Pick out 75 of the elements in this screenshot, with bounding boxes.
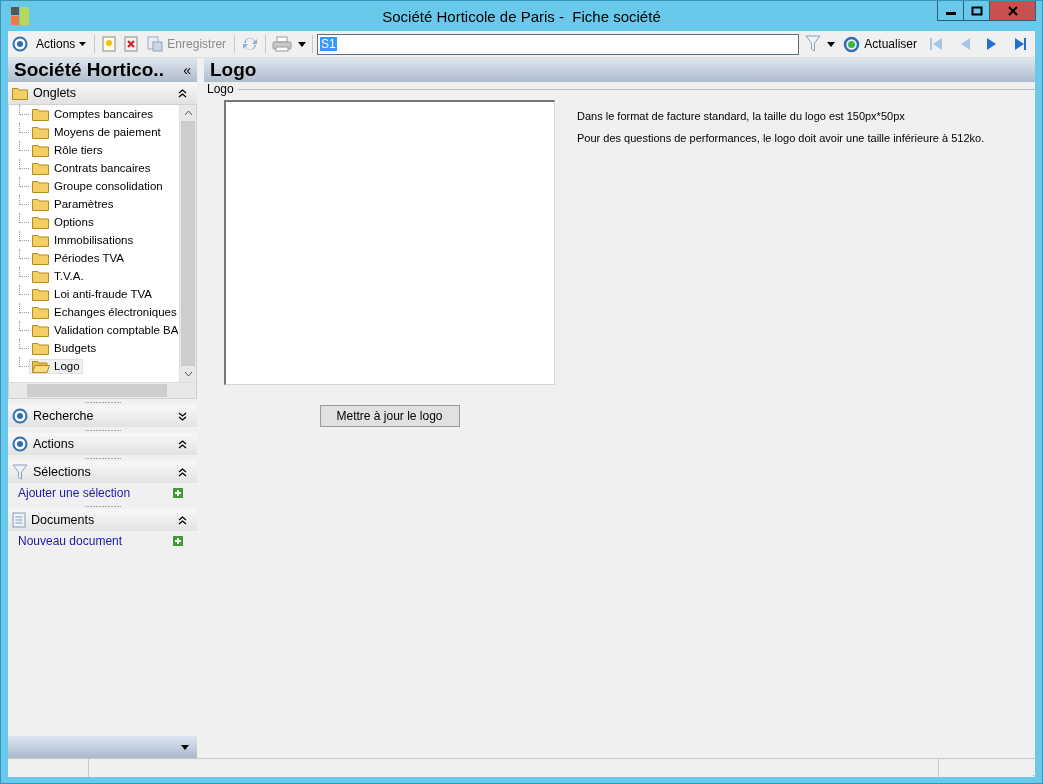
- close-button[interactable]: [989, 1, 1036, 21]
- section-title: Sélections: [33, 465, 91, 479]
- section-title: Actions: [33, 437, 74, 451]
- maximize-icon[interactable]: [970, 5, 983, 16]
- tree-item[interactable]: Périodes TVA: [29, 250, 127, 266]
- document-icon: [12, 512, 26, 528]
- tree-item[interactable]: Groupe consolidation: [29, 178, 166, 194]
- refresh-icon[interactable]: [843, 35, 861, 53]
- page-title: Logo: [210, 59, 257, 81]
- vertical-scrollbar[interactable]: [179, 105, 196, 382]
- horizontal-scrollbar[interactable]: [9, 382, 196, 398]
- folder-icon: [32, 341, 50, 355]
- info-text: Pour des questions de performances, le logo doit avoir une taille inférieure à 512ko.: [577, 132, 985, 144]
- tree-item[interactable]: Comptes bancaires: [29, 106, 157, 122]
- sidebar-link[interactable]: Nouveau document: [18, 534, 123, 548]
- folder-icon: [32, 179, 50, 193]
- chevron-icon[interactable]: [178, 88, 187, 98]
- chevron-icon[interactable]: [178, 467, 187, 477]
- group-label: Logo: [207, 82, 234, 96]
- tree-item[interactable]: Echanges électroniques: [29, 304, 179, 320]
- folder-icon: [32, 215, 50, 229]
- folder-icon: [32, 125, 50, 139]
- folder-icon: [32, 143, 50, 157]
- folder-icon: [32, 107, 50, 121]
- delete-icon[interactable]: [123, 36, 140, 52]
- sidebar-link[interactable]: Ajouter une sélection: [18, 486, 131, 500]
- tree-item[interactable]: Logo: [29, 358, 83, 374]
- caret-icon[interactable]: [298, 41, 307, 47]
- folder-icon: [32, 197, 50, 211]
- target-icon: [12, 408, 28, 424]
- folder-icon: [32, 269, 50, 283]
- folder-icon: [32, 323, 50, 337]
- add-icon[interactable]: [173, 488, 183, 498]
- tree-item[interactable]: Validation comptable BA: [29, 322, 179, 338]
- tree-item[interactable]: T.V.A.: [29, 268, 87, 284]
- filter-icon: [12, 464, 28, 480]
- folder-icon: [32, 251, 50, 265]
- caret-icon[interactable]: [181, 744, 189, 750]
- folder-icon: [32, 287, 50, 301]
- folder-icon: [32, 359, 50, 373]
- chevron-icon[interactable]: [178, 515, 187, 525]
- tree-item[interactable]: Loi anti-fraude TVA: [29, 286, 156, 302]
- section-title: Documents: [31, 513, 95, 527]
- section-title: Recherche: [33, 409, 94, 423]
- tree-item[interactable]: Budgets: [29, 340, 100, 356]
- info-text: Dans le format de facture standard, la taille du logo est 150px*50px: [577, 110, 906, 122]
- target-icon: [12, 436, 28, 452]
- tree-item[interactable]: Paramètres: [29, 196, 117, 212]
- caret-icon[interactable]: [79, 42, 87, 46]
- section-title: Onglets: [33, 86, 77, 100]
- add-icon[interactable]: [173, 536, 183, 546]
- tree-item[interactable]: Rôle tiers: [29, 142, 106, 158]
- refresh-button[interactable]: Actualiser: [841, 35, 919, 53]
- tree-item[interactable]: Moyens de paiement: [29, 124, 164, 140]
- collapse-button[interactable]: «: [183, 62, 191, 78]
- target-icon[interactable]: [12, 36, 28, 52]
- minimize-button[interactable]: [937, 1, 964, 21]
- tree-item[interactable]: Immobilisations: [29, 232, 137, 248]
- folder-icon: [32, 161, 50, 175]
- tree-item[interactable]: Contrats bancaires: [29, 160, 154, 176]
- filter-icon[interactable]: [805, 35, 822, 53]
- window-title: Société Horticole de Paris - Fiche société: [382, 8, 661, 25]
- folder-icon: [32, 305, 50, 319]
- close-icon[interactable]: [1006, 5, 1019, 16]
- chevron-icon[interactable]: [178, 439, 187, 449]
- sidebar-title: Société Hortico..: [14, 59, 164, 81]
- chevron-icon[interactable]: [178, 411, 187, 421]
- printer-icon[interactable]: [272, 36, 293, 52]
- tree-item[interactable]: Options: [29, 214, 97, 230]
- app-icon: [11, 7, 29, 25]
- folder-icon: [12, 86, 28, 100]
- caret-icon[interactable]: [827, 41, 836, 47]
- folder-icon: [32, 233, 50, 247]
- update-logo-button[interactable]: Mettre à jour le logo: [319, 405, 460, 427]
- actions-menu[interactable]: Actions: [34, 37, 89, 51]
